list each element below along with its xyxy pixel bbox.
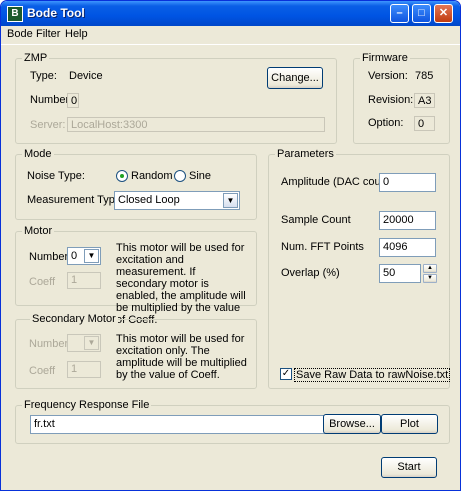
measurement-type-value: Closed Loop xyxy=(118,194,180,206)
maximize-icon: □ xyxy=(418,7,425,19)
save-raw-label[interactable]: Save Raw Data to rawNoise.txt xyxy=(294,368,451,382)
close-icon: ✕ xyxy=(438,7,449,19)
chevron-up-icon: ▲ xyxy=(427,265,433,271)
secondary-motor-description: This motor will be used for excitation o… xyxy=(116,333,247,381)
secondary-coeff-label: Coeff xyxy=(29,365,56,377)
menu-help[interactable]: Help xyxy=(65,28,88,40)
amplitude-field[interactable]: 0 xyxy=(379,173,436,192)
overlap-label: Overlap (%) xyxy=(281,267,340,279)
number-label: Number: xyxy=(30,94,73,106)
parameters-group: Parameters Amplitude (DAC counts) 0 Samp… xyxy=(268,148,451,389)
title-bar[interactable]: B Bode Tool – □ ✕ xyxy=(1,1,460,26)
revision-label: Revision: xyxy=(368,94,414,106)
chevron-down-icon[interactable]: ▼ xyxy=(84,336,99,350)
measurement-type-label: Measurement Type: xyxy=(27,194,125,206)
revision-value: A3 xyxy=(414,93,435,108)
firmware-group: Firmware Version: 785 Revision: A3 Optio… xyxy=(353,52,450,144)
measurement-type-select[interactable]: Closed Loop ▼ xyxy=(114,191,240,210)
bode-tool-window: B Bode Tool – □ ✕ Bode Filter Help ZMP T… xyxy=(0,0,461,491)
minimize-icon: – xyxy=(396,7,403,19)
sine-radio-label[interactable]: Sine xyxy=(189,170,211,182)
parameters-group-label: Parameters xyxy=(275,148,336,160)
overlap-up-button[interactable]: ▲ xyxy=(423,264,437,273)
chevron-down-icon: ▼ xyxy=(427,275,433,281)
option-value: 0 xyxy=(414,116,435,131)
overlap-down-button[interactable]: ▼ xyxy=(423,274,437,283)
zmp-number-value: 0 xyxy=(67,93,79,108)
browse-button[interactable]: Browse... xyxy=(323,414,381,434)
motor-description: This motor will be used for excitation a… xyxy=(116,242,246,326)
secondary-number-select[interactable]: ▼ xyxy=(67,334,101,352)
fft-points-field[interactable]: 4096 xyxy=(379,238,436,257)
change-button[interactable]: Change... xyxy=(267,67,323,89)
server-label: Server: xyxy=(30,119,66,131)
secondary-number-label: Number xyxy=(29,338,69,350)
sample-count-field[interactable]: 20000 xyxy=(379,211,436,230)
random-radio[interactable] xyxy=(116,170,128,182)
minimize-button[interactable]: – xyxy=(390,4,409,23)
overlap-field[interactable]: 50 xyxy=(379,264,421,283)
noise-type-label: Noise Type: xyxy=(27,170,85,182)
mode-group: Mode Noise Type: Random Sine Measurement… xyxy=(15,148,257,220)
zmp-group-label: ZMP xyxy=(22,52,50,64)
frequency-response-group: Frequency Response File fr.txt Browse...… xyxy=(15,399,450,444)
chevron-down-icon[interactable]: ▼ xyxy=(84,249,99,263)
mode-group-label: Mode xyxy=(22,148,54,160)
zmp-group: ZMP Type: Device Number: 0 Server: Local… xyxy=(15,52,337,144)
firmware-group-label: Firmware xyxy=(360,52,410,64)
random-radio-label[interactable]: Random xyxy=(131,170,173,182)
sine-radio[interactable] xyxy=(174,170,186,182)
close-button[interactable]: ✕ xyxy=(434,4,453,23)
option-label: Option: xyxy=(368,117,404,129)
motor-coeff-field[interactable]: 1 xyxy=(67,272,101,289)
motor-number-label: Number xyxy=(29,251,69,263)
type-value: Device xyxy=(69,70,103,82)
menu-bar: Bode Filter Help xyxy=(1,26,460,45)
motor-group-label: Motor xyxy=(22,225,55,237)
sample-count-label: Sample Count xyxy=(281,214,351,226)
window-title: Bode Tool xyxy=(27,6,85,20)
motor-number-value: 0 xyxy=(71,250,78,262)
menu-filter[interactable]: Filter xyxy=(36,28,60,40)
start-button[interactable]: Start xyxy=(381,457,437,478)
secondary-motor-group-label: Secondary Motor xyxy=(30,313,118,325)
secondary-coeff-field[interactable]: 1 xyxy=(67,361,101,378)
motor-number-select[interactable]: 0 ▼ xyxy=(67,247,101,265)
app-icon: B xyxy=(7,6,23,22)
version-value: 785 xyxy=(415,70,434,82)
plot-button[interactable]: Plot xyxy=(381,414,438,434)
version-label: Version: xyxy=(368,70,408,82)
motor-coeff-label: Coeff xyxy=(29,276,56,288)
save-raw-checkbox[interactable]: ✓ xyxy=(280,368,292,380)
fft-points-label: Num. FFT Points xyxy=(281,241,364,253)
secondary-motor-group: Secondary Motor Number ▼ Coeff 1 This mo… xyxy=(15,313,257,389)
motor-group: Motor Number 0 ▼ Coeff 1 This motor will… xyxy=(15,225,257,326)
maximize-button[interactable]: □ xyxy=(412,4,431,23)
frequency-response-group-label: Frequency Response File xyxy=(22,399,152,411)
menu-bode[interactable]: Bode xyxy=(7,28,33,40)
server-field: LocalHost:3300 xyxy=(67,117,325,132)
type-label: Type: xyxy=(30,70,57,82)
file-path-field[interactable]: fr.txt xyxy=(30,415,335,434)
checkmark-icon: ✓ xyxy=(281,368,291,379)
chevron-down-icon[interactable]: ▼ xyxy=(223,193,238,208)
